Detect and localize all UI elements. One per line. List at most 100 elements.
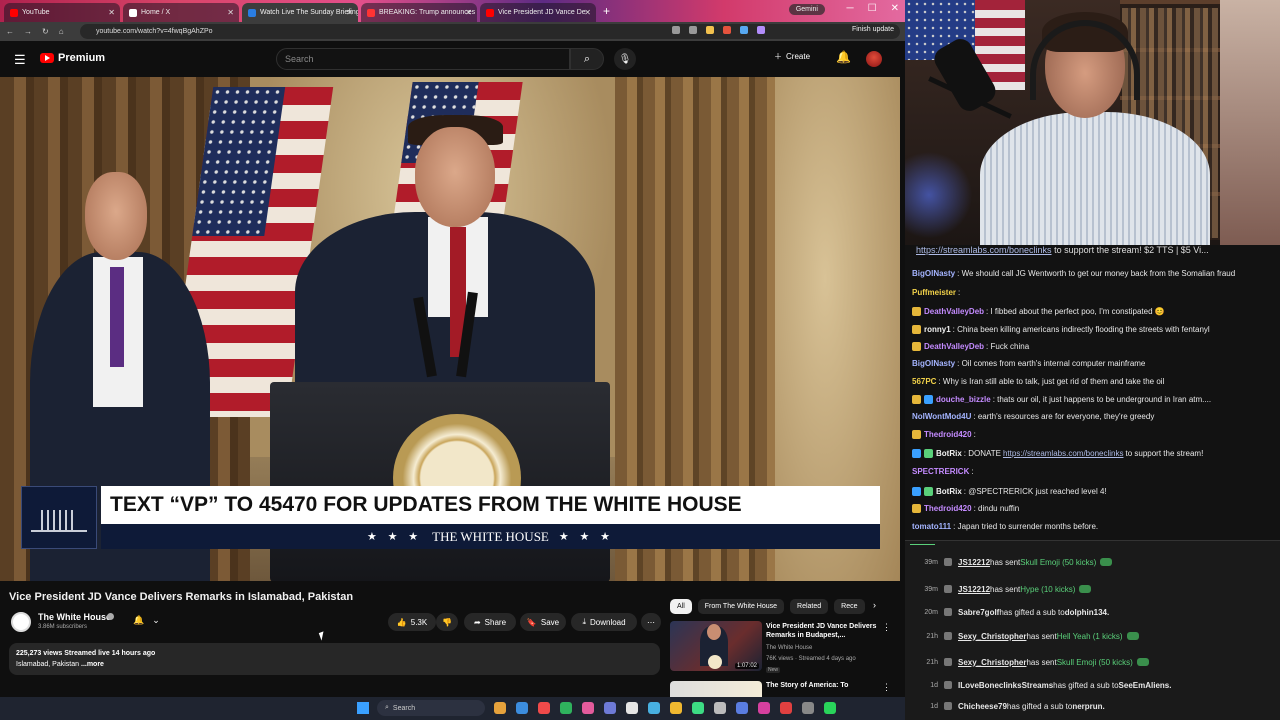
finish-update-button[interactable]: Finish update: [846, 25, 899, 34]
browser-tab[interactable]: Home / X ✕: [123, 3, 239, 22]
forward-icon[interactable]: →: [24, 27, 32, 36]
taskbar-app-icon[interactable]: [560, 702, 572, 714]
taskbar-app-icon[interactable]: [670, 702, 682, 714]
chevron-right-icon[interactable]: ›: [873, 600, 876, 610]
alert-username[interactable]: Sexy_Christopher: [958, 632, 1026, 641]
chat-username[interactable]: BigOlNasty: [912, 359, 955, 368]
taskbar-app-icon[interactable]: [780, 702, 792, 714]
related-title[interactable]: The Story of America: To: [766, 682, 848, 689]
menu-icon[interactable]: ☰: [14, 52, 26, 68]
browser-tab[interactable]: Watch Live The Sunday Briefing ✕: [242, 3, 358, 22]
taskbar-app-icon[interactable]: [626, 702, 638, 714]
taskbar-app-icon[interactable]: [604, 702, 616, 714]
taskbar-app-icon[interactable]: [538, 702, 550, 714]
account-avatar[interactable]: [866, 51, 882, 67]
windows-start-icon[interactable]: [357, 702, 369, 714]
browser-tab[interactable]: Vice President JD Vance De ✕: [480, 3, 596, 22]
taskbar-app-icon[interactable]: [494, 702, 506, 714]
close-tab-icon[interactable]: ✕: [346, 8, 353, 17]
related-chip[interactable]: All: [670, 599, 692, 614]
subscribed-button[interactable]: 🔔 ⌄: [133, 615, 160, 626]
search-input[interactable]: Search: [276, 48, 570, 70]
gemini-button[interactable]: Gemini: [788, 4, 825, 15]
taskbar-app-icon[interactable]: [582, 702, 594, 714]
chat-username[interactable]: DeathValleyDeb: [924, 342, 984, 351]
chat-username[interactable]: NoIWontMod4U: [912, 412, 971, 421]
chat-username[interactable]: SPECTRERICK: [912, 467, 969, 476]
chat-banner-link[interactable]: https://streamlabs.com/boneclinks: [916, 245, 1052, 255]
alert-username[interactable]: ILoveBoneclinksStreams: [958, 681, 1053, 690]
channel-avatar[interactable]: [11, 612, 31, 632]
like-button[interactable]: 👍 5.3K: [388, 613, 436, 631]
browser-tab[interactable]: BREAKING: Trump announces ✕: [361, 3, 477, 22]
download-button[interactable]: ⤓ Download: [571, 613, 637, 631]
search-button[interactable]: ⌕: [570, 48, 604, 70]
back-icon[interactable]: ←: [6, 27, 14, 36]
save-button[interactable]: 🔖 Save: [520, 613, 566, 631]
create-button[interactable]: ＋ Create: [774, 51, 810, 62]
notifications-bell-icon[interactable]: 🔔: [836, 50, 851, 64]
chat-username[interactable]: BotRix: [936, 487, 962, 496]
chat-username[interactable]: ronny1: [924, 325, 951, 334]
chat-username[interactable]: BotRix: [936, 449, 962, 458]
related-chip[interactable]: From The White House: [697, 599, 785, 614]
more-vert-icon[interactable]: ⋮: [882, 682, 891, 693]
chat-username[interactable]: Puffmeister: [912, 288, 956, 297]
reload-icon[interactable]: ↻: [42, 27, 49, 36]
more-link[interactable]: ...more: [81, 661, 104, 668]
alert-username[interactable]: JS12212: [958, 558, 990, 567]
related-title[interactable]: Vice President JD Vance Delivers Remarks…: [766, 622, 881, 640]
chat-username[interactable]: tomato111: [912, 522, 951, 531]
more-actions-button[interactable]: ⋯: [641, 613, 661, 631]
chat-username[interactable]: douche_bizzle: [936, 395, 991, 404]
close-tab-icon[interactable]: ✕: [227, 8, 234, 17]
chat-username[interactable]: Thedroid420: [924, 430, 972, 439]
youtube-logo[interactable]: Premium: [40, 52, 105, 64]
voice-search-button[interactable]: 🎙: [614, 48, 636, 70]
close-window-icon[interactable]: ✕: [891, 3, 899, 14]
chat-username[interactable]: BigOlNasty: [912, 269, 955, 278]
taskbar-app-icon[interactable]: [802, 702, 814, 714]
close-tab-icon[interactable]: ✕: [108, 8, 115, 17]
close-tab-icon[interactable]: ✕: [584, 8, 591, 17]
taskbar-app-icon[interactable]: [824, 702, 836, 714]
video-player[interactable]: TEXT “VP” TO 45470 FOR UPDATES FROM THE …: [0, 77, 900, 581]
description-box[interactable]: 225,273 views Streamed live 14 hours ago…: [9, 643, 660, 675]
new-tab-button[interactable]: +: [603, 4, 610, 18]
related-chip[interactable]: Rece: [834, 599, 865, 614]
zoom-icon[interactable]: [672, 26, 680, 34]
extension-icon[interactable]: [757, 26, 765, 34]
star-icon[interactable]: [706, 26, 714, 34]
alert-username[interactable]: JS12212: [958, 585, 990, 594]
channel-name[interactable]: The White House: [38, 612, 111, 622]
extension-icon[interactable]: [740, 26, 748, 34]
minimize-icon[interactable]: ─: [847, 3, 854, 14]
share-button[interactable]: ➦ Share: [464, 613, 516, 631]
chat-link[interactable]: https://streamlabs.com/boneclinks: [1003, 449, 1124, 458]
alert-username[interactable]: Chicheese79: [958, 702, 1007, 711]
alert-username[interactable]: Sabre7golf: [958, 608, 999, 617]
dislike-button[interactable]: 👎: [436, 613, 458, 631]
browser-tab[interactable]: YouTube ✕: [4, 3, 120, 22]
install-icon[interactable]: [689, 26, 697, 34]
alert-username[interactable]: Sexy_Christopher: [958, 658, 1026, 667]
related-chip[interactable]: Related: [790, 599, 829, 614]
taskbar-app-icon[interactable]: [692, 702, 704, 714]
chat-username[interactable]: 567PC: [912, 377, 936, 386]
related-thumbnail[interactable]: 1:07:02: [670, 621, 762, 671]
taskbar-app-icon[interactable]: [736, 702, 748, 714]
taskbar-search[interactable]: ⌕ Search: [377, 700, 485, 716]
more-vert-icon[interactable]: ⋮: [882, 622, 891, 633]
taskbar-app-icon[interactable]: [714, 702, 726, 714]
taskbar-app-icon[interactable]: [758, 702, 770, 714]
chat-username[interactable]: Thedroid420: [924, 504, 972, 513]
extension-icon[interactable]: [723, 26, 731, 34]
home-icon[interactable]: ⌂: [59, 27, 64, 36]
url-field[interactable]: youtube.com/watch?v=4fwqBgAhZPo: [80, 24, 900, 39]
chat-username[interactable]: DeathValleyDeb: [924, 307, 984, 316]
taskbar-app-icon[interactable]: [648, 702, 660, 714]
close-tab-icon[interactable]: ✕: [465, 8, 472, 17]
alert-text: has sent: [1026, 631, 1057, 641]
taskbar-app-icon[interactable]: [516, 702, 528, 714]
maximize-icon[interactable]: ☐: [868, 3, 877, 14]
